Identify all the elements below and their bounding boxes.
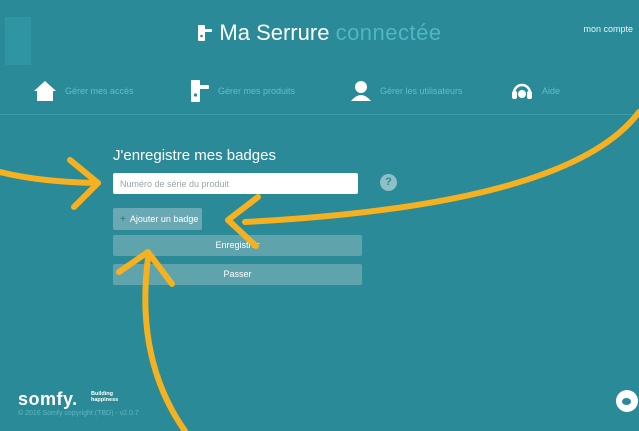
main-nav: Gérer mes accès Gérer mes produits Gérer…	[0, 70, 639, 115]
somfy-logo: somfy.	[18, 389, 78, 409]
form-title: J'enregistre mes badges	[113, 147, 276, 164]
somfy-tagline: Building happiness	[91, 391, 118, 403]
nav-label: Gérer mes accès	[65, 86, 134, 96]
nav-label: Gérer mes produits	[218, 86, 296, 96]
annotation-arrows	[0, 109, 639, 431]
help-button[interactable]: ?	[380, 174, 397, 191]
add-badge-label: Ajouter un badge	[129, 214, 199, 224]
account-link[interactable]: mon compte	[583, 24, 633, 34]
tagline-line-2: happiness	[91, 397, 119, 403]
add-badge-button[interactable]: + Ajouter un badge	[113, 208, 202, 230]
brand-accent: connectée	[335, 20, 442, 45]
nav-label: Gérer les utilisateurs	[380, 86, 463, 96]
door-handle-icon	[197, 22, 213, 48]
headset-icon	[510, 79, 534, 103]
copyright-text: © 2016 Somfy copyright (TBD) - v2.0.7	[18, 410, 139, 417]
nav-item-users[interactable]: Gérer les utilisateurs	[350, 78, 463, 104]
nav-item-help[interactable]: Aide	[510, 78, 560, 104]
brand-main: Ma Serrure	[219, 20, 330, 45]
nav-item-products[interactable]: Gérer mes produits	[190, 78, 295, 104]
home-icon	[33, 80, 57, 102]
nav-label: Aide	[542, 86, 561, 96]
save-button[interactable]: Enregistrer	[113, 235, 362, 256]
user-icon	[350, 80, 372, 102]
skip-button[interactable]: Passer	[113, 264, 362, 285]
arrow-to-add-badge-icon	[242, 109, 639, 225]
serial-number-input[interactable]	[113, 173, 358, 194]
plus-icon: +	[120, 213, 126, 225]
chat-bubble-icon[interactable]	[616, 390, 638, 412]
nav-item-access[interactable]: Gérer mes accès	[33, 78, 134, 104]
arrow-to-input-icon	[0, 169, 101, 186]
app-title: Ma Serrure connectée	[0, 20, 639, 48]
lock-icon	[190, 79, 210, 103]
